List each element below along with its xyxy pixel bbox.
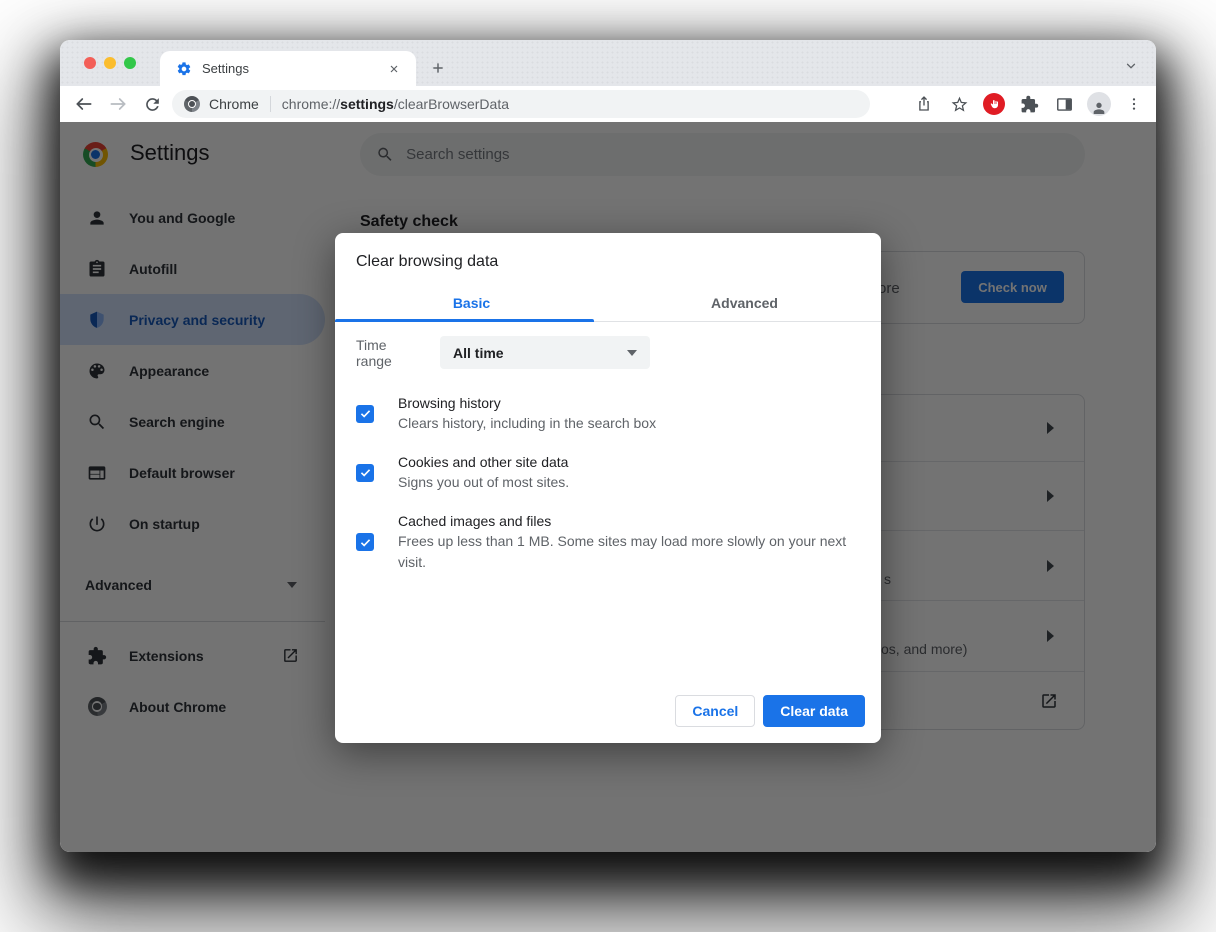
window-minimize-button[interactable] xyxy=(104,57,116,69)
side-panel-button[interactable] xyxy=(1050,90,1078,118)
avatar-icon xyxy=(1087,92,1111,116)
dialog-title: Clear browsing data xyxy=(356,253,499,270)
omnibox-separator xyxy=(269,96,271,112)
tab-strip: Settings xyxy=(60,40,1156,86)
new-tab-button[interactable] xyxy=(424,54,452,82)
cached-images-checkbox[interactable] xyxy=(356,533,374,551)
profile-avatar-button[interactable] xyxy=(1085,90,1113,118)
option-title: Cached images and files xyxy=(398,513,552,529)
option-description: Frees up less than 1 MB. Some sites may … xyxy=(398,533,847,570)
omnibox-url: chrome://settings/clearBrowserData xyxy=(281,96,509,112)
time-range-row: Time range All time xyxy=(356,336,650,369)
share-button[interactable] xyxy=(910,90,938,118)
tab-advanced[interactable]: Advanced xyxy=(608,285,881,321)
cancel-button[interactable]: Cancel xyxy=(675,695,756,727)
browser-window: Settings Chrome chrome://settings/clearB… xyxy=(60,40,1156,852)
chrome-glyph-icon xyxy=(184,96,200,112)
time-range-value: All time xyxy=(453,344,504,361)
tab-title: Settings xyxy=(202,61,249,76)
kebab-menu-button[interactable] xyxy=(1120,90,1148,118)
time-range-label: Time range xyxy=(356,336,392,369)
adblock-hand-icon xyxy=(983,93,1005,115)
dialog-options: Browsing history Clears history, includi… xyxy=(356,393,860,573)
screenshot-stage: Settings Chrome chrome://settings/clearB… xyxy=(0,0,1216,932)
cookies-checkbox[interactable] xyxy=(356,463,374,482)
option-cached-images: Cached images and files Frees up less th… xyxy=(356,511,860,573)
omnibox-address-bar[interactable]: Chrome chrome://settings/clearBrowserDat… xyxy=(172,90,870,118)
bookmark-star-button[interactable] xyxy=(945,90,973,118)
tab-close-icon[interactable] xyxy=(382,57,406,81)
time-range-select[interactable]: All time xyxy=(440,336,650,369)
back-button[interactable] xyxy=(70,90,98,118)
clear-data-button[interactable]: Clear data xyxy=(763,695,865,727)
option-browsing-history: Browsing history Clears history, includi… xyxy=(356,393,860,434)
option-description: Signs you out of most sites. xyxy=(398,474,570,490)
forward-button[interactable] xyxy=(104,90,132,118)
settings-gear-favicon-icon xyxy=(176,61,192,77)
clear-browsing-data-dialog: Clear browsing data Basic Advanced Time … xyxy=(335,233,881,743)
window-zoom-button[interactable] xyxy=(124,57,136,69)
dialog-footer: Cancel Clear data xyxy=(675,695,865,727)
dialog-tab-strip: Basic Advanced xyxy=(335,285,881,322)
window-close-button[interactable] xyxy=(84,57,96,69)
omnibox-site-label: Chrome xyxy=(209,96,259,112)
browsing-history-checkbox[interactable] xyxy=(356,404,374,423)
adblock-extension-button[interactable] xyxy=(980,90,1008,118)
chevron-down-icon xyxy=(627,349,637,356)
tab-basic[interactable]: Basic xyxy=(335,285,608,322)
extensions-puzzle-button[interactable] xyxy=(1015,90,1043,118)
option-title: Browsing history xyxy=(398,395,501,411)
option-cookies: Cookies and other site data Signs you ou… xyxy=(356,452,860,493)
option-title: Cookies and other site data xyxy=(398,454,569,470)
option-description: Clears history, including in the search … xyxy=(398,415,657,431)
browser-tab-settings[interactable]: Settings xyxy=(160,51,416,86)
reload-button[interactable] xyxy=(138,90,166,118)
tab-search-chevron-button[interactable] xyxy=(1118,53,1144,79)
browser-toolbar: Chrome chrome://settings/clearBrowserDat… xyxy=(60,86,1156,122)
